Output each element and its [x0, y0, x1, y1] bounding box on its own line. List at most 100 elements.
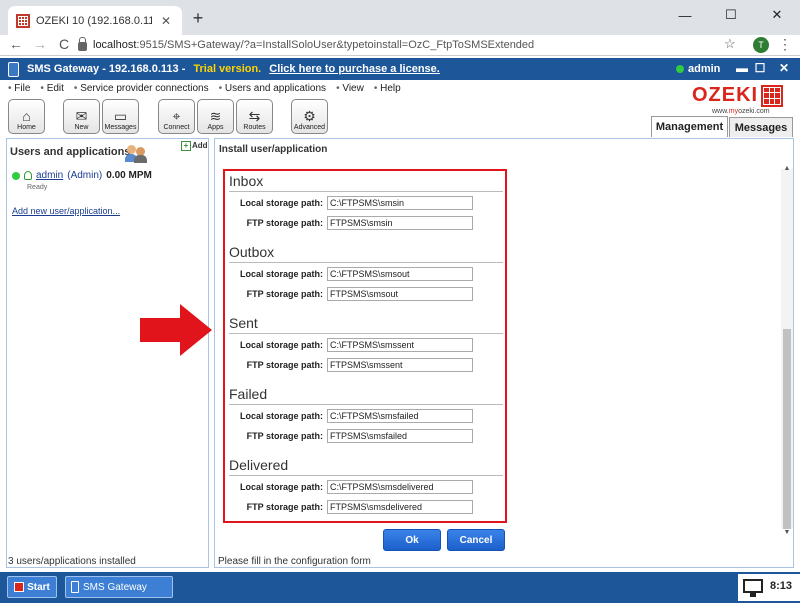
user-link-admin[interactable]: admin: [36, 170, 63, 181]
routes-button[interactable]: ⇆ Routes: [236, 99, 273, 134]
menu-bar: File Edit Service provider connections U…: [0, 80, 640, 96]
menu-file[interactable]: File: [8, 83, 30, 94]
lock-icon: [78, 37, 87, 51]
users-icon: [125, 143, 147, 163]
browser-tab[interactable]: OZEKI 10 (192.168.0.113) ✕: [8, 6, 182, 35]
reload-icon[interactable]: C: [54, 36, 74, 52]
taskbar: Start SMS Gateway 8:13: [0, 572, 800, 603]
window-minimize-button[interactable]: —: [662, 0, 708, 30]
window-close-button[interactable]: ✕: [754, 0, 800, 30]
scroll-up-icon[interactable]: ▲: [781, 165, 793, 172]
ftp-path-label: FTP storage path:: [246, 218, 323, 228]
profile-avatar[interactable]: T: [753, 37, 769, 53]
ok-button[interactable]: Ok: [383, 529, 441, 551]
menu-help[interactable]: Help: [374, 83, 401, 94]
local-path-label: Local storage path:: [239, 411, 323, 421]
section-delivered: Delivered Local storage path: FTP storag…: [229, 457, 503, 516]
cancel-button[interactable]: Cancel: [447, 529, 505, 551]
user-rate: 0.00 MPM: [106, 170, 152, 181]
ftp-path-label: FTP storage path:: [246, 431, 323, 441]
menu-edit[interactable]: Edit: [40, 83, 64, 94]
local-path-label: Local storage path:: [239, 482, 323, 492]
online-status-icon: [676, 65, 684, 73]
local-path-label: Local storage path:: [239, 340, 323, 350]
tab-messages[interactable]: Messages: [729, 117, 793, 137]
apps-button[interactable]: ≋ Apps: [197, 99, 234, 134]
phone-icon: [71, 581, 79, 593]
app-close-button[interactable]: ✕: [776, 61, 792, 75]
back-arrow-icon[interactable]: ←: [6, 36, 26, 52]
menu-view[interactable]: View: [336, 83, 364, 94]
storage-paths-form: Inbox Local storage path: FTP storage pa…: [223, 169, 507, 523]
ozeki-grid-icon: [761, 84, 784, 107]
tab-close-icon[interactable]: ✕: [158, 14, 174, 28]
taskbar-sms-gateway[interactable]: SMS Gateway: [65, 576, 173, 598]
local-path-label: Local storage path:: [239, 198, 323, 208]
delivered-local-path-input[interactable]: [327, 480, 473, 494]
failed-ftp-path-input[interactable]: [327, 429, 473, 443]
inbox-local-path-input[interactable]: [327, 196, 473, 210]
browser-menu-icon[interactable]: ⋮: [778, 36, 792, 53]
app-title-bar: SMS Gateway - 192.168.0.113 - Trial vers…: [0, 58, 800, 80]
add-user-button[interactable]: Add: [181, 141, 208, 151]
section-title: Outbox: [229, 244, 503, 263]
bookmark-star-icon[interactable]: ☆: [724, 36, 736, 52]
purchase-license-link[interactable]: Click here to purchase a license.: [269, 63, 440, 75]
new-button[interactable]: ✉ New: [63, 99, 100, 134]
phone-icon: [8, 61, 19, 77]
start-button[interactable]: Start: [7, 576, 57, 598]
install-panel: Install user/application ▲ ▼ Inbox Local…: [214, 138, 794, 568]
antenna-icon: ⌖: [172, 108, 181, 124]
add-new-user-link[interactable]: Add new user/application...: [12, 206, 120, 216]
new-tab-button[interactable]: +: [188, 8, 208, 29]
ozeki-start-icon: [14, 582, 25, 592]
connect-button[interactable]: ⌖ Connect: [158, 99, 195, 134]
user-entry-admin[interactable]: admin (Admin) 0.00 MPM: [12, 170, 152, 181]
failed-local-path-input[interactable]: [327, 409, 473, 423]
app-minimize-button[interactable]: ▬: [734, 61, 750, 75]
delivered-ftp-path-input[interactable]: [327, 500, 473, 514]
inbox-ftp-path-input[interactable]: [327, 216, 473, 230]
section-failed: Failed Local storage path: FTP storage p…: [229, 386, 503, 445]
tab-management[interactable]: Management: [651, 116, 728, 137]
url-text: localhost:9515/SMS+Gateway/?a=InstallSol…: [93, 39, 535, 51]
form-status: Please fill in the configuration form: [218, 556, 371, 567]
sent-local-path-input[interactable]: [327, 338, 473, 352]
scrollbar-thumb[interactable]: [783, 329, 791, 529]
app-maximize-button[interactable]: ☐: [752, 61, 768, 75]
trial-notice: Trial version.: [193, 63, 262, 75]
forward-arrow-icon[interactable]: →: [30, 36, 50, 52]
outbox-local-path-input[interactable]: [327, 267, 473, 281]
app-title: SMS Gateway - 192.168.0.113 -: [27, 63, 186, 75]
address-bar: ← → C localhost:9515/SMS+Gateway/?a=Inst…: [0, 35, 800, 56]
clock: 8:13: [770, 580, 793, 592]
menu-users-and-applications[interactable]: Users and applications: [219, 83, 326, 94]
section-title: Sent: [229, 315, 503, 334]
window-maximize-button[interactable]: ☐: [708, 0, 754, 30]
scroll-down-icon[interactable]: ▼: [781, 529, 793, 536]
database-icon: ≋: [209, 108, 222, 124]
messages-button[interactable]: ▭ Messages: [102, 99, 139, 134]
logged-in-user: admin: [676, 63, 720, 75]
routes-icon: ⇆: [248, 108, 261, 124]
advanced-button[interactable]: ⚙ Advanced: [291, 99, 328, 134]
browser-tab-bar: OZEKI 10 (192.168.0.113) ✕ + — ☐ ✕: [0, 0, 800, 35]
section-title: Failed: [229, 386, 503, 405]
online-status-icon: [12, 171, 20, 180]
home-button[interactable]: ⌂ Home: [8, 99, 45, 134]
url-field[interactable]: localhost:9515/SMS+Gateway/?a=InstallSol…: [78, 35, 738, 55]
ozeki-favicon-icon: [16, 13, 30, 28]
outbox-ftp-path-input[interactable]: [327, 287, 473, 301]
folder-icon: ▭: [113, 108, 128, 124]
section-outbox: Outbox Local storage path: FTP storage p…: [229, 244, 503, 303]
section-inbox: Inbox Local storage path: FTP storage pa…: [229, 173, 503, 232]
home-icon: ⌂: [22, 108, 31, 124]
section-title: Delivered: [229, 457, 503, 476]
monitor-icon[interactable]: [743, 579, 763, 597]
user-status: Ready: [27, 184, 48, 191]
menu-service-provider-connections[interactable]: Service provider connections: [74, 83, 208, 94]
sent-ftp-path-input[interactable]: [327, 358, 473, 372]
user-icon: [24, 171, 32, 180]
new-message-icon: ✉: [75, 108, 88, 124]
ftp-path-label: FTP storage path:: [246, 360, 323, 370]
